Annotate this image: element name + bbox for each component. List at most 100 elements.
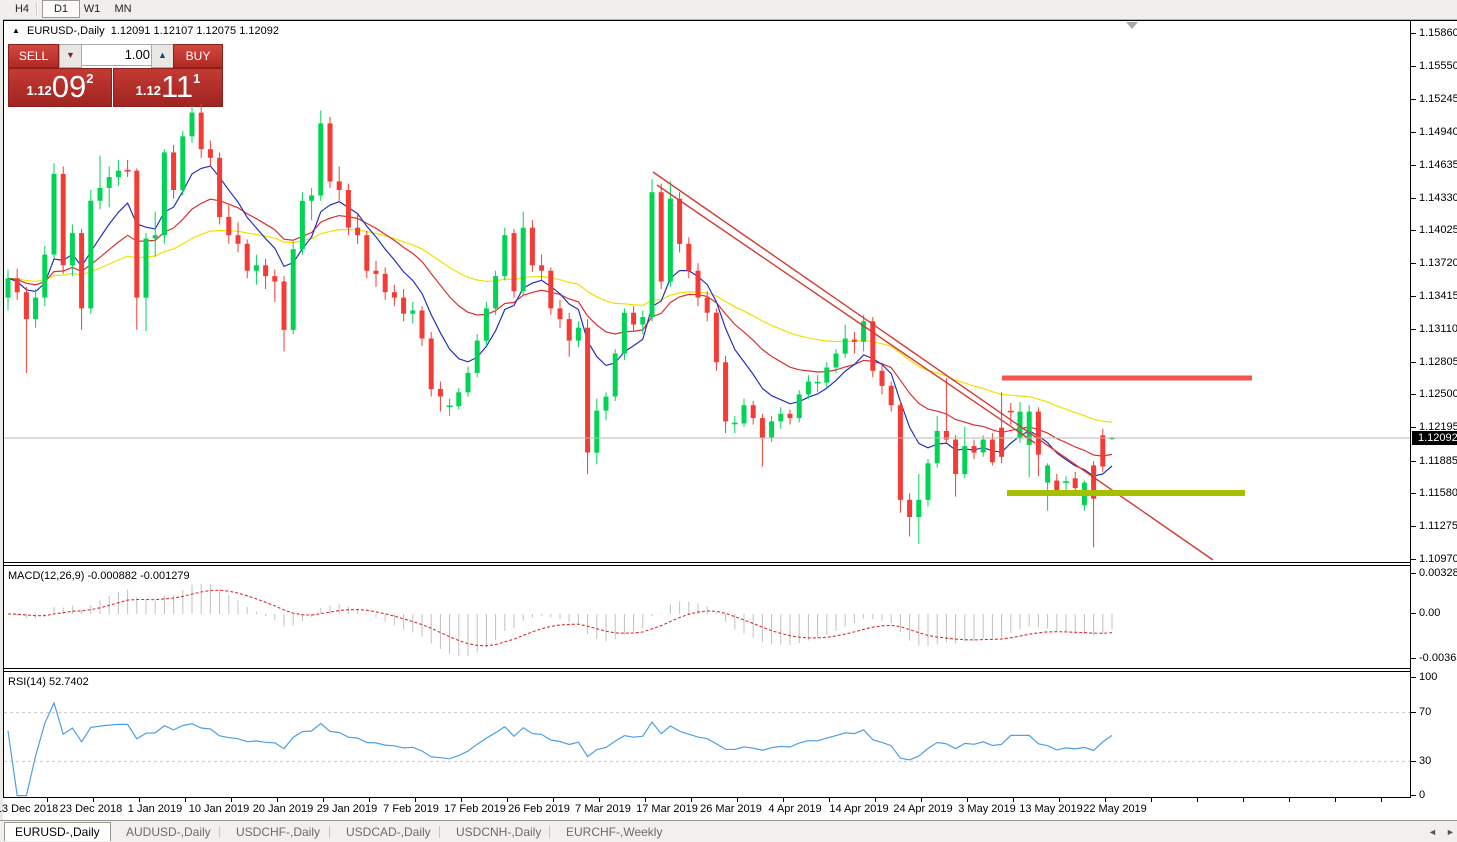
date-axis-tick — [1105, 798, 1106, 802]
tab-audusd-daily[interactable]: AUDUSD-,Daily — [116, 823, 221, 841]
price-axis-label: 1.13110 — [1419, 323, 1457, 335]
date-axis-tick — [461, 798, 462, 802]
date-axis-tick — [1013, 798, 1014, 802]
date-axis-label: 22 May 2019 — [1083, 803, 1147, 815]
date-axis-tick — [737, 798, 738, 802]
date-axis-label: 7 Feb 2019 — [383, 803, 439, 815]
date-axis-tick — [47, 798, 48, 802]
price-axis-tick — [1411, 165, 1416, 166]
price-axis-tick — [1411, 263, 1416, 264]
date-axis-label: 20 Jan 2019 — [253, 803, 314, 815]
price-axis-tick — [1411, 427, 1416, 428]
date-axis-tick — [415, 798, 416, 802]
date-axis-tick — [875, 798, 876, 802]
date-axis-tick — [507, 798, 508, 802]
price-axis-tick — [1411, 296, 1416, 297]
date-axis-tick — [829, 798, 830, 802]
date-axis-label: 23 Dec 2018 — [60, 803, 122, 815]
price-axis-tick — [1411, 559, 1416, 560]
tab-usdchf-daily[interactable]: USDCHF-,Daily — [226, 823, 330, 841]
macd-axis-tick — [1411, 658, 1416, 659]
tab-eurusd-daily[interactable]: EURUSD-,Daily — [4, 822, 111, 841]
date-axis-label: 17 Feb 2019 — [444, 803, 506, 815]
price-axis-tick — [1411, 493, 1416, 494]
rsi-axis-label: 100 — [1419, 671, 1437, 683]
price-axis-label: 1.11885 — [1419, 455, 1457, 467]
price-axis-label: 1.14635 — [1419, 159, 1457, 171]
tab-scroll-right-icon[interactable]: ► — [1446, 827, 1455, 837]
date-axis-label: 17 Mar 2019 — [636, 803, 698, 815]
rsi-axis-label: 0 — [1419, 789, 1425, 801]
date-axis-tick — [277, 798, 278, 802]
date-axis-label: 13 May 2019 — [1019, 803, 1083, 815]
tab-usdcnh-daily[interactable]: USDCNH-,Daily — [446, 823, 551, 841]
tab-eurchf-weekly[interactable]: EURCHF-,Weekly — [556, 823, 672, 841]
date-axis-label: 26 Mar 2019 — [700, 803, 762, 815]
macd-axis-label: 0.003287 — [1419, 567, 1457, 579]
date-axis-tick — [553, 798, 554, 802]
date-axis-tick — [599, 798, 600, 802]
date-axis-tick — [1289, 798, 1290, 802]
tab-usdcad-daily[interactable]: USDCAD-,Daily — [336, 823, 441, 841]
price-axis-label: 1.14330 — [1419, 192, 1457, 204]
rsi-axis-label: 70 — [1419, 706, 1431, 718]
tab-separator — [549, 826, 550, 838]
date-axis-label: 26 Feb 2019 — [508, 803, 570, 815]
date-axis-label: 14 Apr 2019 — [829, 803, 888, 815]
rsi-axis-tick — [1411, 712, 1416, 713]
macd-axis-tick — [1411, 573, 1416, 574]
price-axis-label: 1.15550 — [1419, 60, 1457, 72]
macd-axis-label: 0.00 — [1419, 607, 1440, 619]
date-axis-tick — [1151, 798, 1152, 802]
price-axis-tick — [1411, 66, 1416, 67]
tab-scroll-left-icon[interactable]: ◄ — [1428, 827, 1437, 837]
date-axis-tick — [645, 798, 646, 802]
tab-separator — [219, 826, 220, 838]
price-axis-label: 1.15860 — [1419, 27, 1457, 39]
price-axis-tick — [1411, 33, 1416, 34]
date-axis-label: 4 Apr 2019 — [768, 803, 821, 815]
chart-tab-bar: EURUSD-,Daily AUDUSD-,Daily USDCHF-,Dail… — [0, 820, 1457, 842]
price-axis-label: 1.13720 — [1419, 257, 1457, 269]
price-axis-tick — [1411, 394, 1416, 395]
price-axis-label: 1.10970 — [1419, 553, 1457, 565]
price-axis-tick — [1411, 329, 1416, 330]
rsi-axis-tick — [1411, 761, 1416, 762]
price-axis-label: 1.12805 — [1419, 356, 1457, 368]
date-axis-tick — [369, 798, 370, 802]
date-axis-tick — [185, 798, 186, 802]
date-axis-tick — [967, 798, 968, 802]
price-chart-canvas[interactable] — [0, 0, 1457, 841]
date-axis-tick — [1197, 798, 1198, 802]
bid-price-tag: 1.12092 — [1412, 431, 1457, 445]
date-axis-tick — [93, 798, 94, 802]
price-axis-tick — [1411, 461, 1416, 462]
date-axis-label: 1 Jan 2019 — [128, 803, 182, 815]
price-axis-label: 1.14940 — [1419, 126, 1457, 138]
price-axis-tick — [1411, 230, 1416, 231]
price-axis-label: 1.15245 — [1419, 93, 1457, 105]
macd-axis-label: -0.00365 — [1419, 652, 1457, 664]
date-axis-label: 13 Dec 2018 — [0, 803, 58, 815]
price-axis-label: 1.12500 — [1419, 388, 1457, 400]
date-axis-tick — [783, 798, 784, 802]
date-axis-tick — [231, 798, 232, 802]
tab-separator — [439, 826, 440, 838]
rsi-axis-label: 30 — [1419, 755, 1431, 767]
price-axis-tick — [1411, 132, 1416, 133]
date-axis-label: 3 May 2019 — [958, 803, 1015, 815]
date-axis-label: 7 Mar 2019 — [575, 803, 631, 815]
date-axis-tick — [1059, 798, 1060, 802]
date-axis-tick — [323, 798, 324, 802]
price-axis-tick — [1411, 526, 1416, 527]
date-axis-label: 10 Jan 2019 — [189, 803, 250, 815]
price-axis-tick — [1411, 99, 1416, 100]
date-axis-tick — [139, 798, 140, 802]
date-axis-tick — [1335, 798, 1336, 802]
date-axis-tick — [1381, 798, 1382, 802]
price-axis-tick — [1411, 198, 1416, 199]
rsi-axis-tick — [1411, 795, 1416, 796]
rsi-axis-tick — [1411, 677, 1416, 678]
date-axis-label: 29 Jan 2019 — [317, 803, 378, 815]
date-axis-tick — [691, 798, 692, 802]
